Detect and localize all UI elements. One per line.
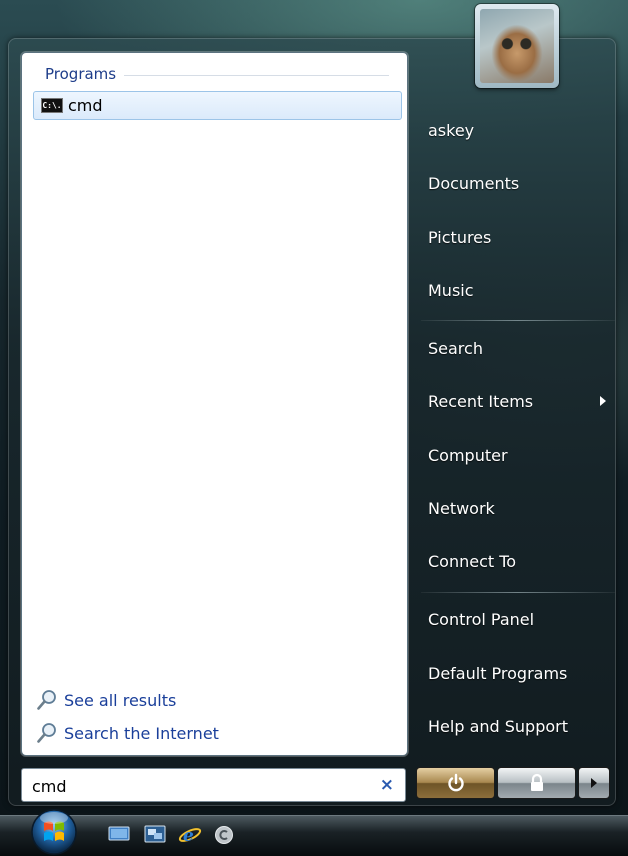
programs-section-header: Programs	[45, 64, 389, 84]
right-item-network[interactable]: Network	[428, 498, 495, 520]
right-item-documents[interactable]: Documents	[428, 173, 519, 195]
chevron-right-icon	[591, 778, 597, 788]
right-item-recent-items[interactable]: Recent Items	[428, 391, 533, 413]
right-item-pictures[interactable]: Pictures	[428, 227, 491, 249]
right-divider	[421, 320, 615, 321]
programs-header-label: Programs	[45, 65, 117, 83]
magnifier-icon	[37, 723, 56, 743]
app-shortcut-icon[interactable]	[214, 825, 234, 845]
start-search-input[interactable]	[30, 773, 364, 799]
search-results-pane: Programs C:\. cmd See all results Search…	[21, 52, 408, 756]
right-divider	[421, 592, 615, 593]
clear-search-icon[interactable]: ×	[380, 775, 394, 795]
see-all-results-label: See all results	[64, 690, 177, 710]
shutdown-options-button[interactable]	[578, 767, 610, 799]
right-item-user[interactable]: askey	[428, 120, 474, 142]
right-item-connect-to[interactable]: Connect To	[428, 551, 516, 573]
lock-button[interactable]	[497, 767, 576, 799]
power-icon	[447, 773, 464, 792]
see-all-results-link[interactable]: See all results	[36, 688, 176, 712]
user-avatar[interactable]	[475, 4, 559, 88]
internet-explorer-icon[interactable]: e	[178, 825, 202, 845]
lock-icon	[530, 773, 543, 791]
magnifier-icon	[37, 690, 56, 710]
taskbar	[0, 815, 628, 856]
start-search-box: ×	[21, 768, 406, 802]
avatar-photo	[480, 9, 554, 83]
program-item-cmd[interactable]: C:\. cmd	[33, 91, 402, 120]
cmd-icon: C:\.	[41, 98, 63, 113]
svg-text:e: e	[183, 826, 194, 845]
program-item-label: cmd	[68, 96, 103, 115]
header-divider	[124, 74, 389, 76]
show-desktop-icon[interactable]	[108, 825, 130, 843]
power-button[interactable]	[416, 767, 495, 799]
right-item-control-panel[interactable]: Control Panel	[428, 609, 534, 631]
right-item-search[interactable]: Search	[428, 338, 483, 360]
submenu-arrow-icon	[600, 396, 606, 406]
right-item-computer[interactable]: Computer	[428, 445, 508, 467]
right-item-help-support[interactable]: Help and Support	[428, 716, 568, 738]
right-item-music[interactable]: Music	[428, 280, 474, 302]
start-orb-icon[interactable]	[24, 805, 84, 855]
search-internet-label: Search the Internet	[64, 723, 219, 743]
right-item-default-programs[interactable]: Default Programs	[428, 663, 567, 685]
search-internet-link[interactable]: Search the Internet	[36, 721, 219, 745]
switch-windows-icon[interactable]	[144, 825, 166, 843]
